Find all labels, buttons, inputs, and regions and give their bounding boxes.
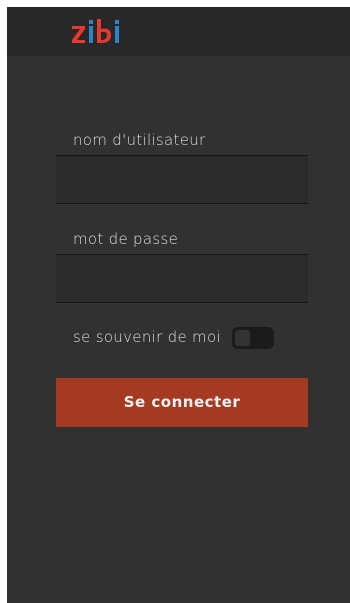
remember-me-toggle[interactable]	[232, 327, 274, 349]
zibi-logo	[72, 19, 119, 43]
password-label: mot de passe	[73, 230, 179, 248]
app-screen: nom d'utilisateur mot de passe se souven…	[7, 7, 350, 603]
login-button[interactable]: Se connecter	[56, 378, 308, 427]
password-input[interactable]	[56, 254, 308, 303]
remember-me-label: se souvenir de moi	[73, 328, 221, 346]
top-bar	[7, 7, 350, 56]
username-label: nom d'utilisateur	[73, 131, 206, 149]
toggle-knob	[235, 330, 250, 346]
username-input[interactable]	[56, 155, 308, 204]
